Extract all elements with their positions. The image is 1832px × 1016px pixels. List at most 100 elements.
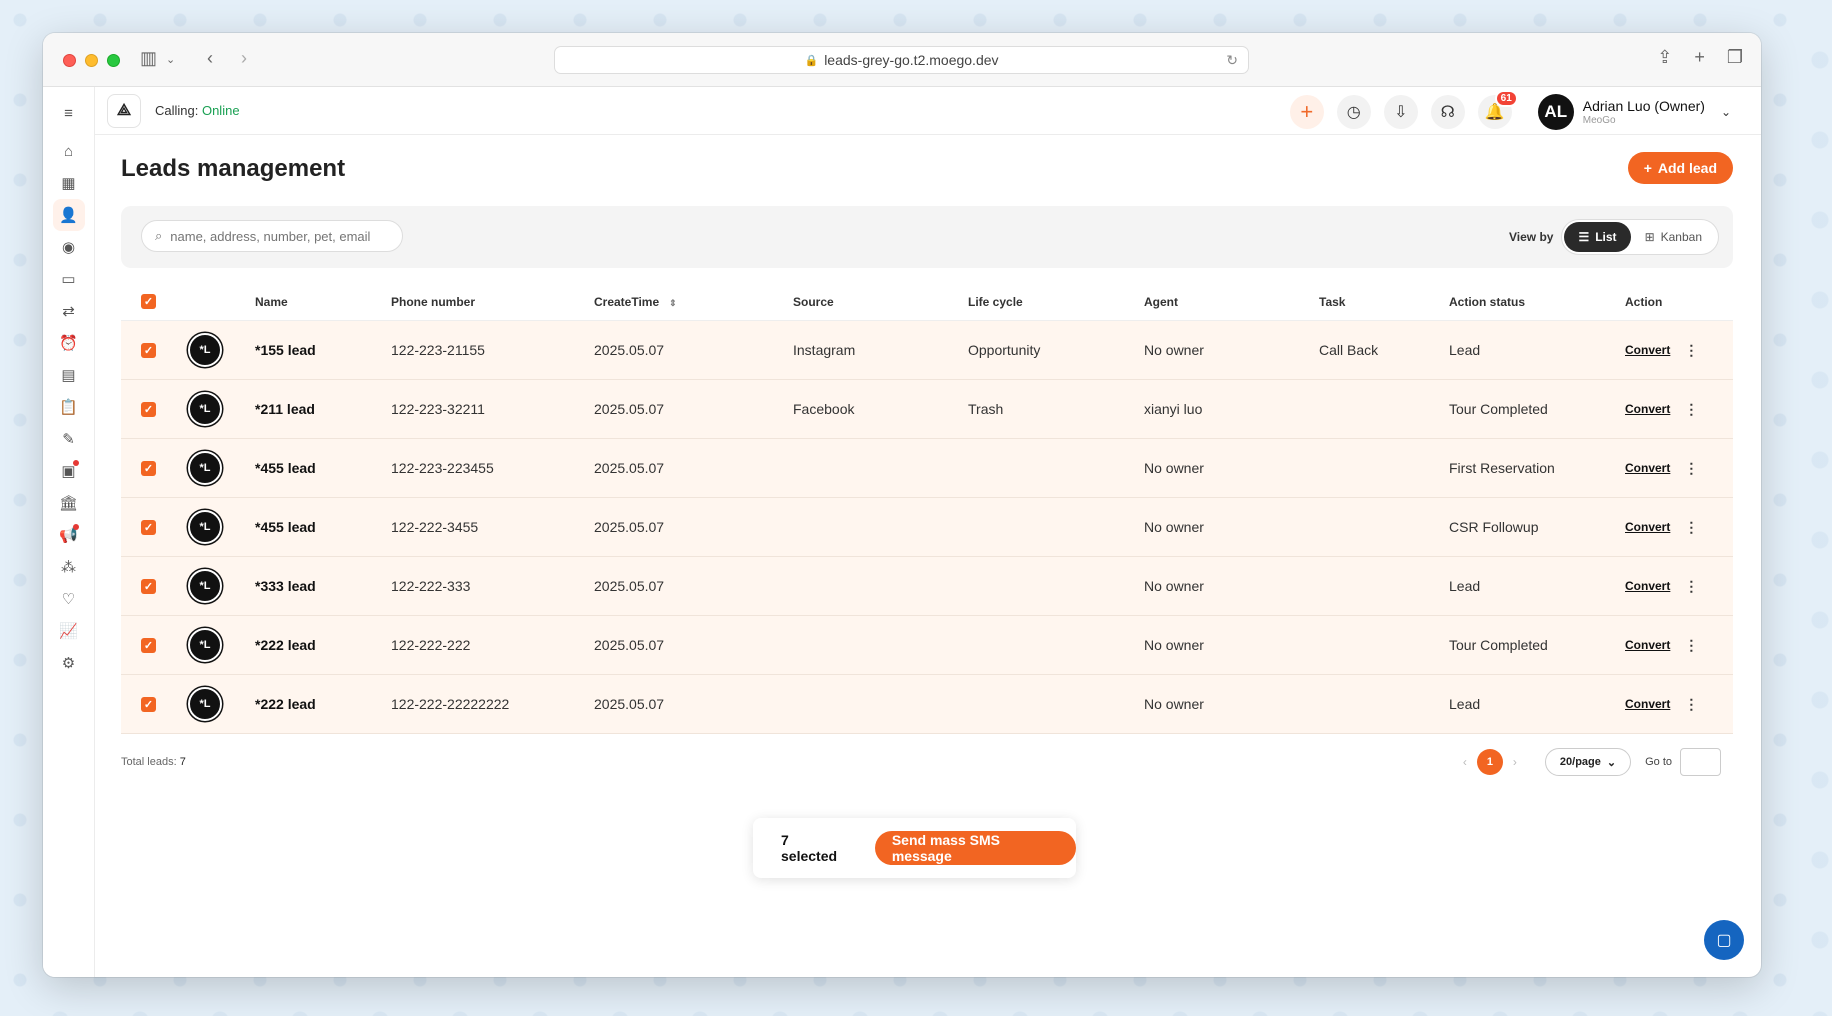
search-input[interactable] [170, 228, 381, 244]
reload-icon[interactable]: ↻ [1226, 52, 1238, 69]
pen-icon[interactable]: ✎ [53, 423, 85, 455]
bell-icon[interactable]: 🔔 61 [1477, 90, 1518, 129]
calling-status: Calling: Online [155, 103, 240, 118]
settings-icon[interactable]: ⚙ [53, 647, 85, 679]
row-checkbox[interactable]: ✓ [141, 460, 156, 476]
select-all-checkbox[interactable]: ✓ [141, 294, 156, 309]
message-icon[interactable]: ▭ [53, 263, 85, 295]
chat-support-button[interactable]: ▢ [1704, 920, 1744, 960]
more-options-icon[interactable]: ⋮ [1684, 460, 1698, 477]
calendar-icon[interactable]: ▦ [53, 167, 85, 199]
add-lead-label: Add lead [1657, 160, 1717, 176]
header-phone: Phone number [391, 294, 476, 309]
more-options-icon[interactable]: ⋮ [1684, 342, 1698, 359]
row-checkbox[interactable]: ✓ [141, 696, 156, 712]
headset-icon[interactable]: ☊ [1430, 95, 1465, 129]
team-icon[interactable]: ⁂ [53, 551, 85, 583]
row-checkbox[interactable]: ✓ [141, 342, 156, 358]
sort-icon[interactable]: ⇕ [669, 298, 677, 308]
clock-icon[interactable]: ◷ [1336, 95, 1371, 129]
lead-name[interactable]: *211 lead [255, 401, 391, 417]
calling-label: Calling: [155, 103, 202, 118]
lead-phone: 122-223-21155 [391, 342, 485, 358]
wallet-icon[interactable]: ▤ [53, 359, 85, 391]
quick-add-button[interactable]: + [1289, 95, 1324, 129]
table-row[interactable]: ✓ *L *222 lead 122-222-22222222 2025.05.07 No… [121, 675, 1733, 734]
maximize-window-button[interactable] [107, 54, 120, 67]
minimize-window-button[interactable] [85, 54, 98, 67]
new-tab-icon[interactable]: + [1694, 47, 1705, 68]
lead-name[interactable]: *222 lead [255, 696, 391, 712]
chevron-down-icon[interactable]: ⌄ [166, 53, 175, 66]
download-icon[interactable]: ⇩ [1383, 95, 1418, 129]
left-nav-rail: ≡ ⌂ ▦ 👤 ◉ ▭ ⇄ ⏰ ▤ 📋 ✎ ▣ 🏛 📢 ⁂ ♡ 📈 ⚙ [43, 87, 95, 977]
lead-name[interactable]: *155 lead [255, 342, 391, 358]
more-options-icon[interactable]: ⋮ [1684, 401, 1698, 418]
convert-link[interactable]: Convert [1625, 343, 1670, 357]
table-row[interactable]: ✓ *L *333 lead 122-222-333 2025.05.07 No owne… [121, 557, 1733, 616]
search-field[interactable]: ⌕ [141, 220, 403, 252]
table-header: ✓ Name Phone number CreateTime ⇕ Source L… [121, 283, 1733, 321]
lead-name[interactable]: *455 lead [255, 460, 391, 476]
convert-link[interactable]: Convert [1625, 520, 1670, 534]
table-row[interactable]: ✓ *L *455 lead 122-222-3455 2025.05.07 No own… [121, 498, 1733, 557]
lead-name[interactable]: *333 lead [255, 578, 391, 594]
more-options-icon[interactable]: ⋮ [1684, 519, 1698, 536]
clipboard-icon[interactable]: 📋 [53, 391, 85, 423]
alarm-icon[interactable]: ⏰ [53, 327, 85, 359]
row-checkbox[interactable]: ✓ [141, 401, 156, 417]
menu-icon[interactable]: ≡ [53, 97, 85, 129]
convert-link[interactable]: Convert [1625, 697, 1670, 711]
share-icon[interactable]: ⇪ [1657, 47, 1672, 68]
header-action: Action [1625, 294, 1663, 309]
lead-avatar: *L [188, 569, 222, 603]
pet-icon[interactable]: ◉ [53, 231, 85, 263]
table-row[interactable]: ✓ *L *155 lead 122-223-21155 2025.05.07 Insta… [121, 321, 1733, 380]
add-lead-button[interactable]: + Add lead [1627, 152, 1733, 184]
user-menu[interactable]: AL Adrian Luo (Owner) MeoGo ⌄ [1537, 94, 1731, 130]
address-bar[interactable]: 🔒 leads-grey-go.t2.moego.dev ↻ [554, 46, 1249, 74]
lead-name[interactable]: *455 lead [255, 519, 391, 535]
goto-input[interactable] [1680, 748, 1721, 776]
send-mass-sms-button[interactable]: Send mass SMS message [874, 831, 1076, 865]
more-options-icon[interactable]: ⋮ [1684, 637, 1698, 654]
convert-link[interactable]: Convert [1625, 402, 1670, 416]
convert-link[interactable]: Convert [1625, 638, 1670, 652]
sidebar-toggle-icon[interactable]: ▥ [140, 48, 157, 69]
close-window-button[interactable] [63, 54, 76, 67]
lead-name[interactable]: *222 lead [255, 637, 391, 653]
row-checkbox[interactable]: ✓ [141, 637, 156, 653]
lead-phone: 122-222-222 [391, 637, 471, 653]
row-checkbox[interactable]: ✓ [141, 519, 156, 535]
leads-icon[interactable]: 👤 [52, 199, 85, 231]
reports-icon[interactable]: 📈 [53, 615, 85, 647]
view-kanban-button[interactable]: ⊞ Kanban [1631, 222, 1716, 252]
lead-source: Instagram [793, 342, 856, 358]
per-page-select[interactable]: 20/page ⌄ [1544, 748, 1632, 776]
row-checkbox[interactable]: ✓ [141, 578, 156, 594]
convert-link[interactable]: Convert [1625, 461, 1670, 475]
page-number[interactable]: 1 [1476, 749, 1503, 775]
marketing-icon[interactable]: 📢 [53, 519, 85, 551]
retail-icon[interactable]: ▣ [53, 455, 85, 487]
app-logo[interactable]: ⟁ [107, 93, 141, 128]
next-page-icon[interactable]: › [1513, 755, 1517, 769]
header-create-time[interactable]: CreateTime ⇕ [594, 295, 793, 309]
tabs-overview-icon[interactable]: ❐ [1727, 47, 1743, 68]
view-list-button[interactable]: ☰ List [1564, 222, 1631, 252]
home-icon[interactable]: ⌂ [53, 135, 85, 167]
more-options-icon[interactable]: ⋮ [1684, 696, 1698, 713]
table-row[interactable]: ✓ *L *222 lead 122-222-222 2025.05.07 No owne… [121, 616, 1733, 675]
membership-icon[interactable]: ♡ [53, 583, 85, 615]
lead-avatar: *L [188, 687, 222, 721]
back-arrow-icon[interactable]: ‹ [207, 48, 213, 69]
bank-icon[interactable]: 🏛 [53, 487, 85, 519]
table-row[interactable]: ✓ *L *211 lead 122-223-32211 2025.05.07 Faceb… [121, 380, 1733, 439]
forward-arrow-icon[interactable]: › [241, 48, 247, 69]
workflow-icon[interactable]: ⇄ [53, 295, 85, 327]
chevron-down-icon[interactable]: ⌄ [1721, 105, 1731, 119]
convert-link[interactable]: Convert [1625, 579, 1670, 593]
prev-page-icon[interactable]: ‹ [1463, 755, 1467, 769]
more-options-icon[interactable]: ⋮ [1684, 578, 1698, 595]
table-row[interactable]: ✓ *L *455 lead 122-223-223455 2025.05.07 No o… [121, 439, 1733, 498]
